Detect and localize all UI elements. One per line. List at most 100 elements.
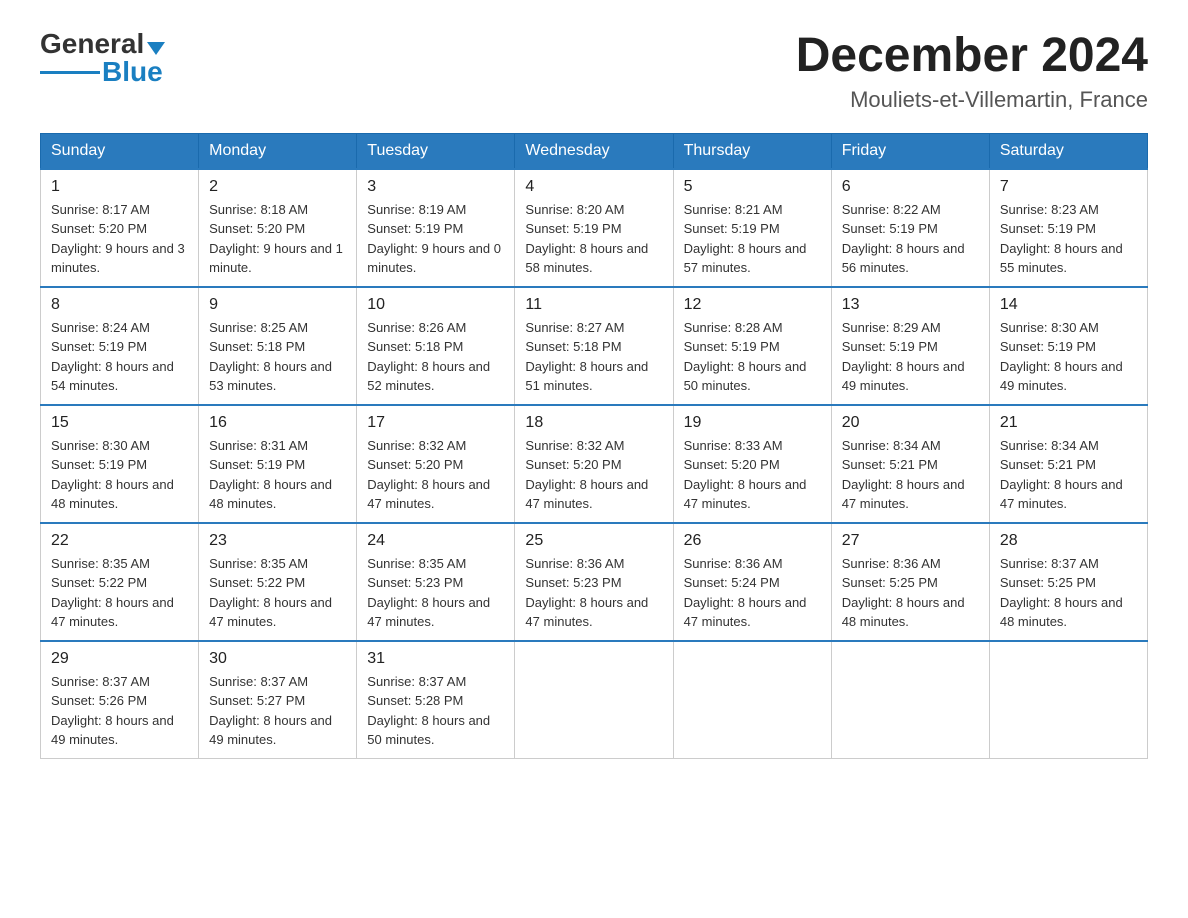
day-info: Sunrise: 8:35 AMSunset: 5:22 PMDaylight:…: [209, 556, 332, 630]
day-number: 5: [684, 178, 821, 196]
day-number: 22: [51, 532, 188, 550]
day-info: Sunrise: 8:36 AMSunset: 5:23 PMDaylight:…: [525, 556, 648, 630]
col-wednesday: Wednesday: [515, 133, 673, 169]
day-info: Sunrise: 8:34 AMSunset: 5:21 PMDaylight:…: [842, 438, 965, 512]
calendar-cell: 3 Sunrise: 8:19 AMSunset: 5:19 PMDayligh…: [357, 169, 515, 287]
logo-underline: [40, 71, 100, 74]
day-number: 6: [842, 178, 979, 196]
day-number: 23: [209, 532, 346, 550]
day-info: Sunrise: 8:22 AMSunset: 5:19 PMDaylight:…: [842, 202, 965, 276]
calendar-cell: 24 Sunrise: 8:35 AMSunset: 5:23 PMDaylig…: [357, 523, 515, 641]
calendar-cell: 17 Sunrise: 8:32 AMSunset: 5:20 PMDaylig…: [357, 405, 515, 523]
col-monday: Monday: [199, 133, 357, 169]
calendar-cell: 11 Sunrise: 8:27 AMSunset: 5:18 PMDaylig…: [515, 287, 673, 405]
calendar-cell: 12 Sunrise: 8:28 AMSunset: 5:19 PMDaylig…: [673, 287, 831, 405]
calendar-cell: 15 Sunrise: 8:30 AMSunset: 5:19 PMDaylig…: [41, 405, 199, 523]
day-number: 16: [209, 414, 346, 432]
day-info: Sunrise: 8:34 AMSunset: 5:21 PMDaylight:…: [1000, 438, 1123, 512]
day-info: Sunrise: 8:19 AMSunset: 5:19 PMDaylight:…: [367, 202, 501, 276]
day-number: 28: [1000, 532, 1137, 550]
day-number: 2: [209, 178, 346, 196]
calendar-week-row: 15 Sunrise: 8:30 AMSunset: 5:19 PMDaylig…: [41, 405, 1148, 523]
day-info: Sunrise: 8:26 AMSunset: 5:18 PMDaylight:…: [367, 320, 490, 394]
day-info: Sunrise: 8:32 AMSunset: 5:20 PMDaylight:…: [525, 438, 648, 512]
day-number: 3: [367, 178, 504, 196]
calendar-table: Sunday Monday Tuesday Wednesday Thursday…: [40, 133, 1148, 759]
day-number: 20: [842, 414, 979, 432]
calendar-cell: 20 Sunrise: 8:34 AMSunset: 5:21 PMDaylig…: [831, 405, 989, 523]
day-info: Sunrise: 8:29 AMSunset: 5:19 PMDaylight:…: [842, 320, 965, 394]
day-number: 25: [525, 532, 662, 550]
day-info: Sunrise: 8:28 AMSunset: 5:19 PMDaylight:…: [684, 320, 807, 394]
day-number: 21: [1000, 414, 1137, 432]
day-number: 30: [209, 650, 346, 668]
day-info: Sunrise: 8:33 AMSunset: 5:20 PMDaylight:…: [684, 438, 807, 512]
day-info: Sunrise: 8:37 AMSunset: 5:27 PMDaylight:…: [209, 674, 332, 748]
col-saturday: Saturday: [989, 133, 1147, 169]
calendar-cell: 21 Sunrise: 8:34 AMSunset: 5:21 PMDaylig…: [989, 405, 1147, 523]
page-header: General Blue December 2024 Mouliets-et-V…: [40, 30, 1148, 113]
month-title: December 2024: [796, 30, 1148, 83]
calendar-cell: 8 Sunrise: 8:24 AMSunset: 5:19 PMDayligh…: [41, 287, 199, 405]
day-number: 17: [367, 414, 504, 432]
day-info: Sunrise: 8:18 AMSunset: 5:20 PMDaylight:…: [209, 202, 343, 276]
day-number: 10: [367, 296, 504, 314]
day-info: Sunrise: 8:35 AMSunset: 5:23 PMDaylight:…: [367, 556, 490, 630]
logo-blue-text: Blue: [102, 58, 163, 86]
calendar-cell: 7 Sunrise: 8:23 AMSunset: 5:19 PMDayligh…: [989, 169, 1147, 287]
day-number: 19: [684, 414, 821, 432]
day-number: 31: [367, 650, 504, 668]
calendar-cell: 27 Sunrise: 8:36 AMSunset: 5:25 PMDaylig…: [831, 523, 989, 641]
day-number: 18: [525, 414, 662, 432]
day-info: Sunrise: 8:21 AMSunset: 5:19 PMDaylight:…: [684, 202, 807, 276]
calendar-cell: 4 Sunrise: 8:20 AMSunset: 5:19 PMDayligh…: [515, 169, 673, 287]
day-info: Sunrise: 8:30 AMSunset: 5:19 PMDaylight:…: [1000, 320, 1123, 394]
day-info: Sunrise: 8:36 AMSunset: 5:24 PMDaylight:…: [684, 556, 807, 630]
day-info: Sunrise: 8:20 AMSunset: 5:19 PMDaylight:…: [525, 202, 648, 276]
calendar-cell: 30 Sunrise: 8:37 AMSunset: 5:27 PMDaylig…: [199, 641, 357, 759]
day-info: Sunrise: 8:32 AMSunset: 5:20 PMDaylight:…: [367, 438, 490, 512]
calendar-cell: 23 Sunrise: 8:35 AMSunset: 5:22 PMDaylig…: [199, 523, 357, 641]
logo-general-text: General: [40, 30, 144, 58]
calendar-cell: 1 Sunrise: 8:17 AMSunset: 5:20 PMDayligh…: [41, 169, 199, 287]
day-number: 12: [684, 296, 821, 314]
col-tuesday: Tuesday: [357, 133, 515, 169]
day-number: 9: [209, 296, 346, 314]
calendar-cell: [515, 641, 673, 759]
title-block: December 2024 Mouliets-et-Villemartin, F…: [796, 30, 1148, 113]
day-info: Sunrise: 8:23 AMSunset: 5:19 PMDaylight:…: [1000, 202, 1123, 276]
col-friday: Friday: [831, 133, 989, 169]
calendar-cell: 29 Sunrise: 8:37 AMSunset: 5:26 PMDaylig…: [41, 641, 199, 759]
day-number: 15: [51, 414, 188, 432]
day-info: Sunrise: 8:37 AMSunset: 5:25 PMDaylight:…: [1000, 556, 1123, 630]
day-info: Sunrise: 8:31 AMSunset: 5:19 PMDaylight:…: [209, 438, 332, 512]
day-number: 11: [525, 296, 662, 314]
calendar-cell: [673, 641, 831, 759]
calendar-week-row: 8 Sunrise: 8:24 AMSunset: 5:19 PMDayligh…: [41, 287, 1148, 405]
calendar-cell: 14 Sunrise: 8:30 AMSunset: 5:19 PMDaylig…: [989, 287, 1147, 405]
col-thursday: Thursday: [673, 133, 831, 169]
day-info: Sunrise: 8:17 AMSunset: 5:20 PMDaylight:…: [51, 202, 185, 276]
calendar-cell: 31 Sunrise: 8:37 AMSunset: 5:28 PMDaylig…: [357, 641, 515, 759]
day-info: Sunrise: 8:36 AMSunset: 5:25 PMDaylight:…: [842, 556, 965, 630]
day-number: 26: [684, 532, 821, 550]
day-number: 7: [1000, 178, 1137, 196]
calendar-week-row: 22 Sunrise: 8:35 AMSunset: 5:22 PMDaylig…: [41, 523, 1148, 641]
calendar-cell: 10 Sunrise: 8:26 AMSunset: 5:18 PMDaylig…: [357, 287, 515, 405]
calendar-cell: 25 Sunrise: 8:36 AMSunset: 5:23 PMDaylig…: [515, 523, 673, 641]
calendar-cell: 13 Sunrise: 8:29 AMSunset: 5:19 PMDaylig…: [831, 287, 989, 405]
day-info: Sunrise: 8:24 AMSunset: 5:19 PMDaylight:…: [51, 320, 174, 394]
day-number: 1: [51, 178, 188, 196]
day-info: Sunrise: 8:30 AMSunset: 5:19 PMDaylight:…: [51, 438, 174, 512]
calendar-cell: 19 Sunrise: 8:33 AMSunset: 5:20 PMDaylig…: [673, 405, 831, 523]
calendar-cell: 28 Sunrise: 8:37 AMSunset: 5:25 PMDaylig…: [989, 523, 1147, 641]
day-number: 29: [51, 650, 188, 668]
day-number: 13: [842, 296, 979, 314]
location-title: Mouliets-et-Villemartin, France: [796, 87, 1148, 113]
calendar-cell: 6 Sunrise: 8:22 AMSunset: 5:19 PMDayligh…: [831, 169, 989, 287]
calendar-week-row: 1 Sunrise: 8:17 AMSunset: 5:20 PMDayligh…: [41, 169, 1148, 287]
calendar-cell: 5 Sunrise: 8:21 AMSunset: 5:19 PMDayligh…: [673, 169, 831, 287]
calendar-cell: 26 Sunrise: 8:36 AMSunset: 5:24 PMDaylig…: [673, 523, 831, 641]
day-info: Sunrise: 8:27 AMSunset: 5:18 PMDaylight:…: [525, 320, 648, 394]
calendar-header-row: Sunday Monday Tuesday Wednesday Thursday…: [41, 133, 1148, 169]
